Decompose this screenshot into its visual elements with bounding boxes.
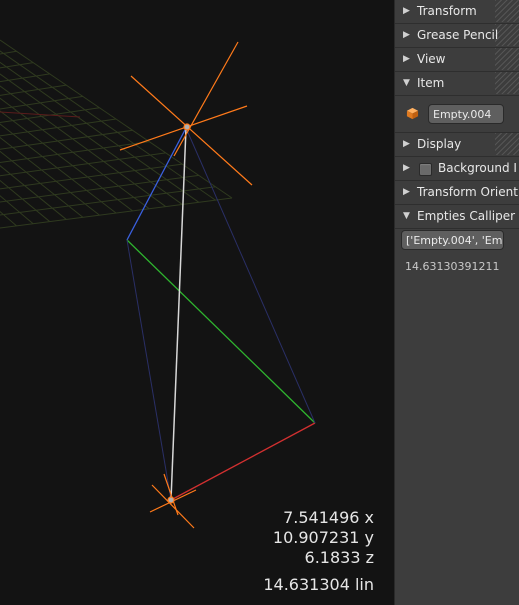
distance-y-readout: 10.907231 y	[272, 528, 374, 547]
grid-line	[0, 61, 200, 203]
3d-viewport[interactable]: 7.541496 x 10.907231 y 6.1833 z 14.63130…	[0, 0, 394, 605]
triangle-right-icon: ▶	[403, 30, 410, 40]
hint-line	[185, 127, 316, 424]
triangle-right-icon: ▶	[403, 6, 410, 16]
item-panel-body: Empty.004	[395, 96, 519, 133]
drag-grip-icon[interactable]	[495, 24, 519, 46]
x-axis-segment	[170, 422, 316, 501]
panel-display-header[interactable]: ▶ Display	[395, 133, 519, 157]
triangle-right-icon: ▶	[403, 54, 410, 64]
panel-empties-calliper-header[interactable]: ▼ Empties Calliper	[395, 205, 519, 229]
calliper-distance-value: 14.63130391211	[405, 260, 500, 273]
orange-cube-icon	[406, 107, 419, 120]
y-axis-segment	[126, 239, 316, 424]
drag-grip-icon[interactable]	[495, 48, 519, 70]
ground-grid	[0, 39, 233, 229]
panel-background-images-header[interactable]: ▶ Background I	[395, 157, 519, 181]
panel-grease-pencil-header[interactable]: ▶ Grease Pencil	[395, 24, 519, 48]
triangle-down-icon: ▼	[403, 78, 410, 88]
drag-grip-icon[interactable]	[495, 72, 519, 94]
distance-x-readout: 7.541496 x	[283, 508, 374, 527]
panel-transform-orientations-label: Transform Orient	[417, 185, 518, 199]
triangle-right-icon: ▶	[403, 187, 410, 197]
empty-object-top[interactable]	[119, 41, 253, 186]
object-name-field[interactable]: Empty.004	[428, 104, 504, 124]
calliper-objects-field[interactable]: ['Empty.004', 'Empt	[401, 230, 504, 250]
dimension-lines	[126, 127, 316, 501]
hint-line	[126, 239, 172, 501]
panel-transform-orientations-header[interactable]: ▶ Transform Orient	[395, 181, 519, 205]
grid-line	[0, 197, 233, 229]
triangle-down-icon: ▼	[403, 211, 410, 221]
triangle-right-icon: ▶	[403, 163, 410, 173]
drag-grip-icon[interactable]	[495, 0, 519, 22]
panel-grease-pencil-label: Grease Pencil	[417, 28, 499, 42]
empty-object-bottom[interactable]	[149, 473, 197, 529]
panel-view-header[interactable]: ▶ View	[395, 48, 519, 72]
panel-item-header[interactable]: ▼ Item	[395, 72, 519, 96]
panel-view-label: View	[417, 52, 446, 66]
panel-transform-header[interactable]: ▶ Transform	[395, 0, 519, 24]
grid-line	[0, 39, 233, 199]
distance-z-readout: 6.1833 z	[304, 548, 374, 567]
triangle-right-icon: ▶	[403, 139, 410, 149]
drag-grip-icon[interactable]	[495, 133, 519, 155]
panel-transform-label: Transform	[417, 4, 477, 18]
panel-item-label: Item	[417, 76, 445, 90]
panel-display-label: Display	[417, 137, 462, 151]
panel-empties-calliper-label: Empties Calliper	[417, 209, 516, 223]
background-images-checkbox[interactable]	[419, 163, 432, 176]
panel-background-images-label: Background I	[438, 161, 517, 175]
distance-linear-readout: 14.631304 lin	[263, 575, 374, 594]
properties-sidebar: ▶ Transform ▶ Grease Pencil ▶ View ▼ Ite…	[394, 0, 519, 605]
